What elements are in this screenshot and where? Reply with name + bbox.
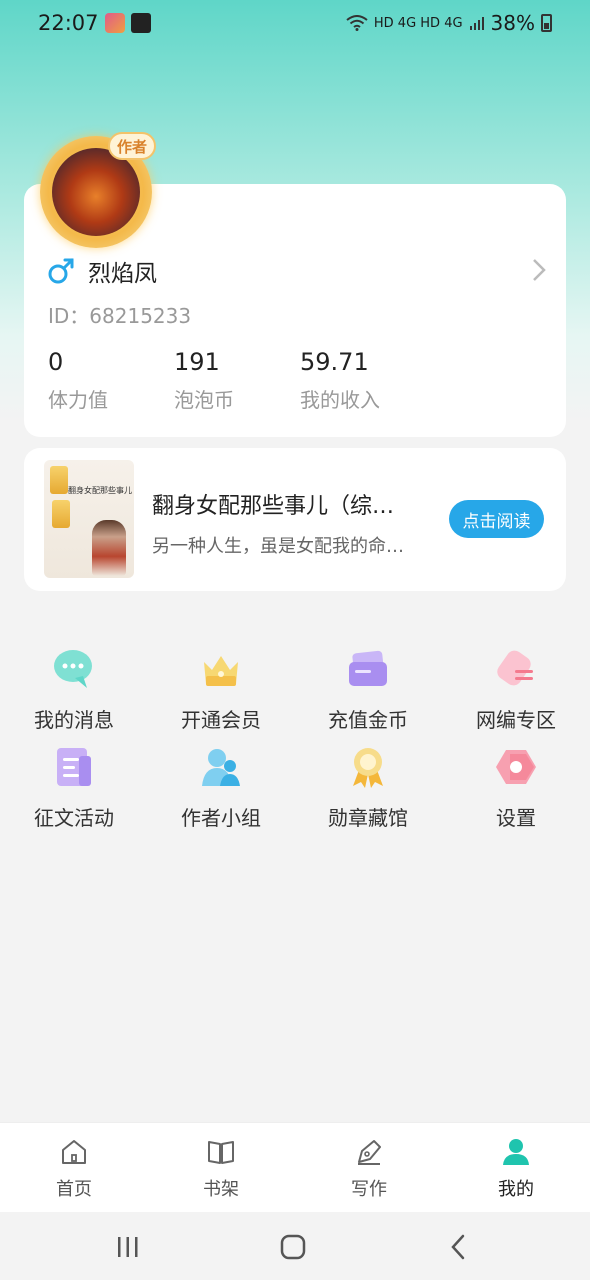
crown-icon — [204, 656, 238, 686]
grid-item-label: 作者小组 — [181, 806, 261, 830]
stat-label: 泡泡币 — [174, 388, 234, 412]
grid-item-recharge[interactable]: 充值金币 — [303, 648, 433, 732]
stat-label: 体力值 — [48, 388, 108, 412]
grid-item-medals[interactable]: 勋章藏馆 — [303, 746, 433, 830]
chevron-right-icon[interactable] — [532, 258, 546, 282]
cover-title: 翻身女配那些事儿 — [68, 486, 132, 495]
avatar-container[interactable]: 作者 — [36, 124, 158, 248]
recent-book-card[interactable]: 翻身女配那些事儿 翻身女配那些事儿（综… 另一种人生，虽是女配我的命… 点击阅读 — [24, 448, 566, 591]
stat-value: 59.71 — [300, 348, 369, 376]
grid-item-label: 征文活动 — [34, 806, 114, 830]
message-icon — [54, 650, 92, 688]
signal-icon — [469, 17, 484, 30]
grid-item-label: 设置 — [496, 806, 536, 830]
editor-icon — [497, 650, 533, 686]
book-description: 另一种人生，虽是女配我的命… — [152, 536, 404, 557]
wifi-icon — [346, 15, 368, 31]
pen-icon — [358, 1140, 381, 1165]
status-bar: 22:07 HD 4G HD 4G 38% — [0, 0, 590, 46]
author-badge: 作者 — [108, 132, 156, 160]
home-icon — [62, 1140, 86, 1164]
grid-item-contest[interactable]: 征文活动 — [9, 746, 139, 830]
user-id: ID：68215233 — [48, 304, 192, 328]
nav-label: 首页 — [56, 1179, 92, 1200]
status-indicators: HD 4G HD 4G 38% — [346, 11, 552, 35]
stat-bubble-coins[interactable]: 191 泡泡币 — [174, 348, 234, 413]
nav-item-write[interactable]: 写作 — [319, 1137, 419, 1201]
stat-label: 我的收入 — [300, 388, 380, 412]
stat-value: 191 — [174, 348, 220, 376]
group-icon — [202, 749, 240, 786]
notification-app-icon — [104, 13, 125, 33]
grid-item-editor-zone[interactable]: 网编专区 — [451, 648, 581, 732]
lantern-decoration — [52, 500, 70, 528]
read-button[interactable]: 点击阅读 — [449, 500, 544, 538]
nav-label: 写作 — [351, 1179, 387, 1200]
wallet-icon — [349, 650, 387, 686]
book-title: 翻身女配那些事儿（综… — [152, 494, 395, 519]
book-icon — [208, 1141, 234, 1164]
back-icon[interactable] — [444, 1232, 474, 1262]
settings-icon — [496, 750, 536, 784]
nav-item-home[interactable]: 首页 — [24, 1137, 124, 1201]
grid-item-author-group[interactable]: 作者小组 — [156, 746, 286, 830]
bottom-nav: 首页 书架 写作 我的 — [0, 1122, 590, 1212]
nav-item-bookshelf[interactable]: 书架 — [171, 1137, 271, 1201]
battery-percent: 38% — [490, 11, 535, 35]
grid-item-label: 网编专区 — [476, 708, 556, 732]
grid-item-label: 充值金币 — [328, 708, 408, 732]
recent-apps-icon[interactable] — [113, 1232, 143, 1262]
grid-item-label: 勋章藏馆 — [328, 806, 408, 830]
nav-item-mine[interactable]: 我的 — [466, 1137, 566, 1201]
user-icon — [503, 1139, 529, 1165]
stat-income[interactable]: 59.71 我的收入 — [300, 348, 380, 413]
cover-figure — [92, 520, 126, 576]
grid-item-messages[interactable]: 我的消息 — [9, 648, 139, 732]
nav-label: 书架 — [203, 1179, 239, 1200]
notification-app-icon — [130, 13, 151, 33]
grid-item-settings[interactable]: 设置 — [451, 746, 581, 830]
status-time: 22:07 — [38, 11, 99, 35]
username-row[interactable]: 烈焰凤 — [48, 254, 157, 288]
system-nav-bar — [0, 1212, 590, 1280]
stat-value: 0 — [48, 348, 64, 376]
book-cover[interactable]: 翻身女配那些事儿 — [44, 460, 134, 578]
male-icon — [48, 258, 74, 284]
stat-stamina[interactable]: 0 体力值 — [48, 348, 108, 413]
grid-item-label: 我的消息 — [34, 708, 114, 732]
avatar[interactable] — [52, 148, 140, 236]
battery-icon — [541, 14, 552, 32]
network-type-label: HD 4G HD 4G — [373, 15, 463, 31]
document-icon — [57, 748, 91, 786]
home-button-icon[interactable] — [278, 1232, 308, 1262]
grid-item-membership[interactable]: 开通会员 — [156, 648, 286, 732]
nav-label: 我的 — [498, 1179, 534, 1200]
lantern-decoration — [50, 466, 68, 494]
grid-item-label: 开通会员 — [181, 708, 261, 732]
username: 烈焰凤 — [88, 261, 157, 287]
medal-icon — [353, 748, 383, 788]
